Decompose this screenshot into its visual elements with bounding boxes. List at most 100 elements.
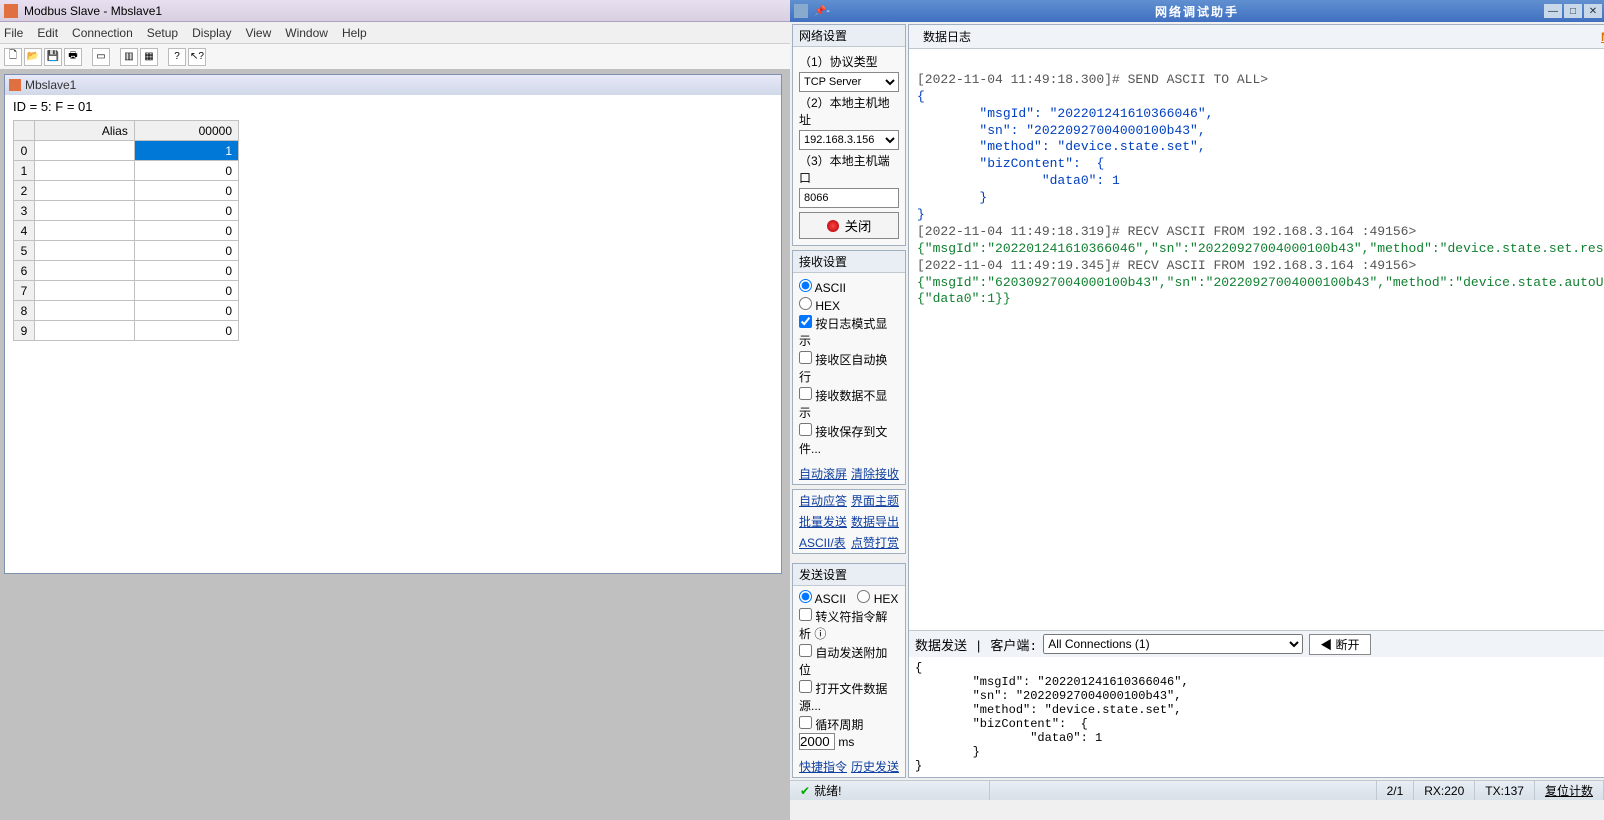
link-theme[interactable]: 界面主题 — [851, 492, 899, 509]
modbus-id-line: ID = 5: F = 01 — [13, 99, 773, 114]
link-ascii-table[interactable]: ASCII/表 — [799, 534, 846, 551]
recv-ascii-radio[interactable]: ASCII — [799, 279, 899, 295]
port-input[interactable] — [799, 188, 899, 208]
net-settings-title: 网络设置 — [793, 25, 905, 47]
send-ascii-radio[interactable]: ASCII — [799, 592, 846, 606]
modbus-doc-title-text: Mbslave1 — [25, 78, 76, 92]
send-append-check[interactable]: 自动发送附加位 — [799, 644, 899, 678]
table-row[interactable]: 30 — [14, 201, 239, 221]
link-donate[interactable]: 点赞打赏 — [851, 534, 899, 551]
link-autoscroll[interactable]: 自动滚屏 — [799, 465, 847, 482]
header-value: 00000 — [134, 121, 238, 141]
port-label: （3）本地主机端口 — [799, 152, 899, 186]
modbus-title-text: Modbus Slave - Mbslave1 — [24, 4, 162, 18]
recv-logmode-check[interactable]: 按日志模式显示 — [799, 315, 899, 349]
menu-display[interactable]: Display — [192, 26, 231, 40]
recv-save-check[interactable]: 接收保存到文件... — [799, 423, 899, 457]
proto-select[interactable]: TCP Server — [799, 72, 899, 92]
link-shortcut[interactable]: 快捷指令 — [799, 758, 847, 775]
modbus-slave-window: Modbus Slave - Mbslave1 File Edit Connec… — [0, 0, 790, 820]
na-status-bar: ✔ 就绪! 2/1 RX:220 TX:137 复位计数 — [790, 780, 1604, 800]
maximize-icon[interactable]: □ — [1564, 4, 1582, 18]
table-row[interactable]: 50 — [14, 241, 239, 261]
modbus-workspace: Mbslave1 ID = 5: F = 01 Alias 00000 01 1… — [0, 70, 790, 820]
status-tx: TX:137 — [1475, 781, 1535, 800]
modbus-menu-bar: File Edit Connection Setup Display View … — [0, 22, 790, 44]
send-textarea[interactable]: { "msgId": "202201241610366046", "sn": "… — [909, 657, 1604, 777]
minimize-icon[interactable]: — — [1544, 4, 1562, 18]
recv-settings-title: 接收设置 — [793, 251, 905, 273]
modbus-title-bar[interactable]: Modbus Slave - Mbslave1 — [0, 0, 790, 22]
status-reset-link[interactable]: 复位计数 — [1535, 781, 1604, 800]
modbus-app-icon — [4, 4, 18, 18]
na-title-text: 网络调试助手 — [1155, 3, 1239, 20]
tb-whatsthis-icon[interactable]: ↖? — [188, 48, 206, 66]
table-row[interactable]: 10 — [14, 161, 239, 181]
cycle-input[interactable] — [799, 733, 835, 750]
proto-label: （1）协议类型 — [799, 53, 899, 70]
link-export[interactable]: 数据导出 — [851, 513, 899, 530]
na-app-icon — [794, 4, 808, 18]
recv-hex-radio[interactable]: HEX — [799, 299, 840, 313]
corner-cell — [14, 121, 35, 141]
send-cycle-check[interactable]: 循环周期 ms — [799, 716, 899, 750]
record-icon — [827, 220, 839, 232]
menu-edit[interactable]: Edit — [37, 26, 58, 40]
modbus-register-table: Alias 00000 01 10 20 30 40 50 60 70 80 9… — [13, 120, 239, 341]
na-right-pane: 数据日志 NetAssist V5.0.2 ◈ 🔔 [2022-11-04 11… — [908, 24, 1604, 778]
na-title-bar[interactable]: 📌- 网络调试助手 — □ ✕ — [790, 0, 1604, 22]
send-settings-title: 发送设置 — [793, 564, 905, 586]
pin-icon[interactable]: 📌- — [814, 6, 830, 17]
close-icon[interactable]: ✕ — [1584, 4, 1602, 18]
send-file-check[interactable]: 打开文件数据源... — [799, 680, 899, 714]
menu-setup[interactable]: Setup — [147, 26, 178, 40]
tb-tile-icon[interactable]: ▦ — [140, 48, 158, 66]
tab-datalog[interactable]: 数据日志 — [915, 26, 979, 47]
tb-new-icon[interactable]: 🗋 — [4, 48, 22, 66]
table-row[interactable]: 60 — [14, 261, 239, 281]
status-rx: RX:220 — [1414, 781, 1475, 800]
send-escape-check[interactable]: 转义符指令解析 ⓘ — [799, 608, 899, 642]
menu-connection[interactable]: Connection — [72, 26, 133, 40]
table-row[interactable]: 90 — [14, 321, 239, 341]
tb-cascade-icon[interactable]: ▥ — [120, 48, 138, 66]
send-header-label: 数据发送 | 客户端: — [915, 635, 1037, 654]
status-ready: 就绪! — [814, 782, 841, 799]
panel-net-settings: 网络设置 （1）协议类型 TCP Server （2）本地主机地址 192.16… — [792, 24, 906, 246]
recv-hide-check[interactable]: 接收数据不显示 — [799, 387, 899, 421]
menu-file[interactable]: File — [4, 26, 23, 40]
modbus-doc-title-bar[interactable]: Mbslave1 — [5, 75, 781, 95]
table-row[interactable]: 01 — [14, 141, 239, 161]
ready-icon: ✔ — [800, 784, 810, 798]
table-row[interactable]: 80 — [14, 301, 239, 321]
modbus-doc-window[interactable]: Mbslave1 ID = 5: F = 01 Alias 00000 01 1… — [4, 74, 782, 574]
host-label: （2）本地主机地址 — [799, 94, 899, 128]
panel-quick-links: 自动应答界面主题 批量发送数据导出 ASCII/表点赞打赏 — [792, 489, 906, 554]
menu-help[interactable]: Help — [342, 26, 367, 40]
disconnect-button[interactable]: ◀ 断开 — [1309, 634, 1370, 655]
send-hex-radio[interactable]: HEX — [857, 592, 898, 606]
status-conn: 2/1 — [1377, 781, 1415, 800]
tb-save-icon[interactable]: 💾 — [44, 48, 62, 66]
close-conn-button[interactable]: 关闭 — [799, 212, 899, 239]
tb-open-icon[interactable]: 📂 — [24, 48, 42, 66]
tb-help-icon[interactable]: ? — [168, 48, 186, 66]
link-auto-reply[interactable]: 自动应答 — [799, 492, 847, 509]
menu-window[interactable]: Window — [285, 26, 328, 40]
menu-view[interactable]: View — [245, 26, 271, 40]
tb-copy-icon[interactable]: ▭ — [92, 48, 110, 66]
modbus-toolbar: 🗋 📂 💾 🖶 ▭ ▥ ▦ ? ↖? — [0, 44, 790, 70]
link-batch-send[interactable]: 批量发送 — [799, 513, 847, 530]
panel-recv-settings: 接收设置 ASCII HEX 按日志模式显示 接收区自动换行 接收数据不显示 接… — [792, 250, 906, 485]
table-row[interactable]: 40 — [14, 221, 239, 241]
log-textarea[interactable]: [2022-11-04 11:49:18.300]# SEND ASCII TO… — [909, 49, 1604, 630]
tb-print-icon[interactable]: 🖶 — [64, 48, 82, 66]
host-select[interactable]: 192.168.3.156 — [799, 130, 899, 150]
table-row[interactable]: 70 — [14, 281, 239, 301]
link-clear-recv[interactable]: 清除接收 — [851, 465, 899, 482]
client-select[interactable]: All Connections (1) — [1043, 634, 1303, 654]
link-history[interactable]: 历史发送 — [851, 758, 899, 775]
recv-wrap-check[interactable]: 接收区自动换行 — [799, 351, 899, 385]
table-row[interactable]: 20 — [14, 181, 239, 201]
modbus-doc-icon — [9, 79, 21, 91]
